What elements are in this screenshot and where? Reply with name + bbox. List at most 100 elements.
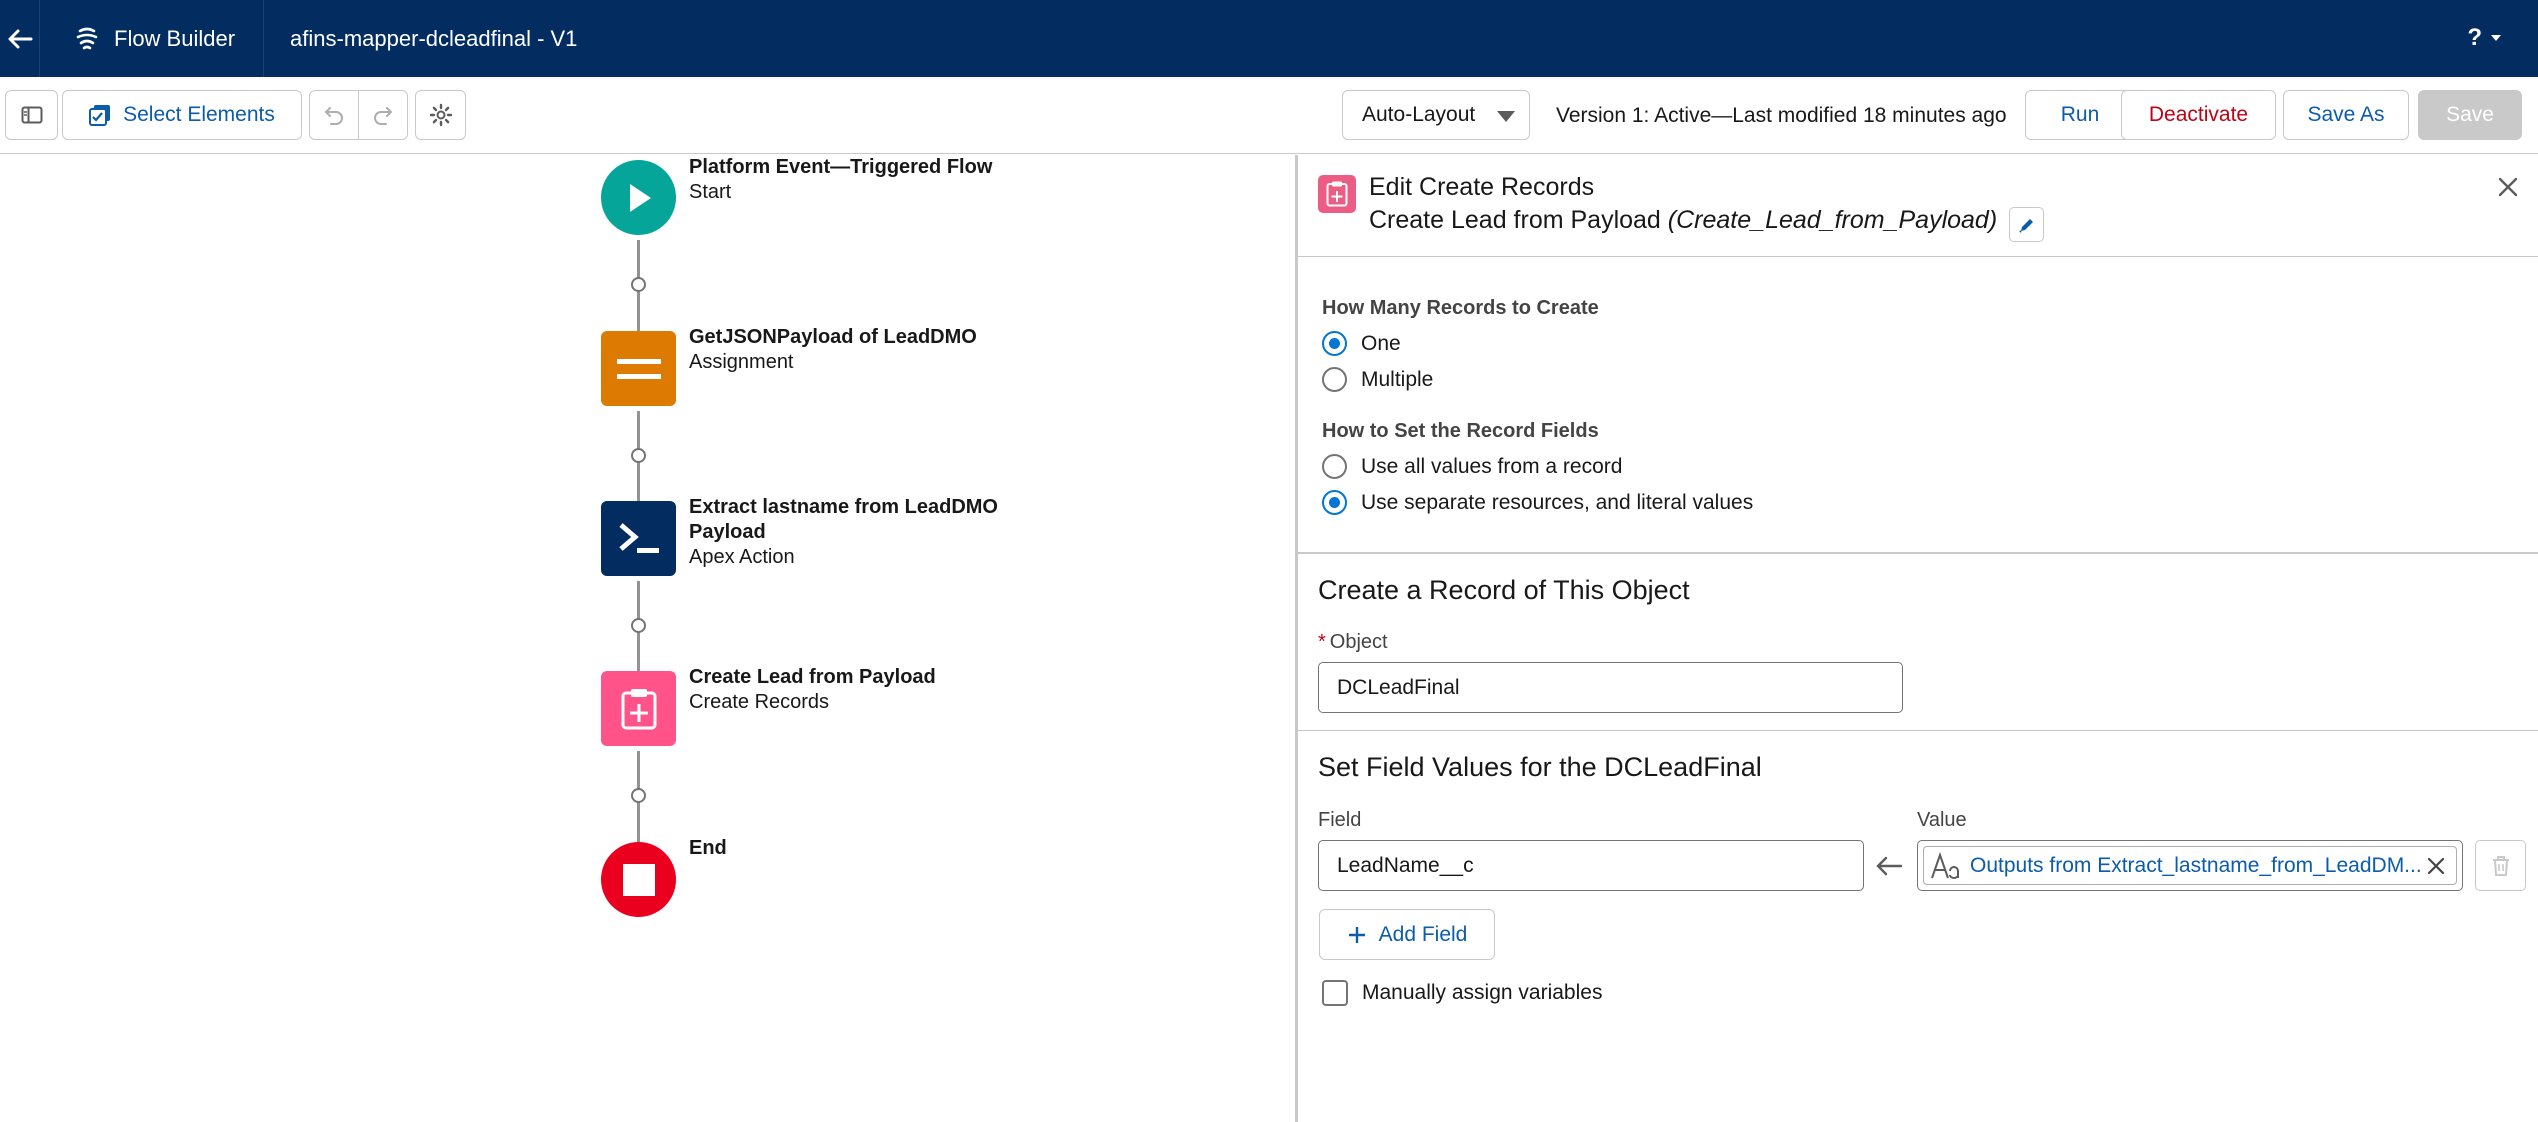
assignment-node[interactable] [601,331,676,406]
help-menu[interactable]: ? [2467,24,2502,52]
node-title: End [689,837,727,859]
section-divider [1298,552,2538,554]
how-set-label: How to Set the Record Fields [1322,420,1599,442]
chevron-down-icon [1497,111,1515,122]
remove-pill-icon[interactable] [2426,856,2446,876]
node-title: Create Lead from Payload [689,666,936,688]
stop-icon [622,863,655,896]
select-elements-button[interactable]: Select Elements [62,90,302,140]
close-icon [2498,177,2518,197]
radio-label: Multiple [1361,367,1434,391]
close-panel-button[interactable] [2494,173,2522,201]
add-field-label: Add Field [1378,922,1468,946]
layout-select[interactable]: Auto-Layout [1342,90,1530,140]
assignment-node-label: GetJSONPayload of LeadDMO Assignment [689,325,977,375]
radio-button[interactable] [1322,367,1347,392]
panel-header: Edit Create Records Create Lead from Pay… [1298,155,2538,257]
add-element-dot[interactable] [631,277,646,292]
start-node-label: Platform Event—Triggered Flow Start [689,155,992,205]
trash-icon [2492,855,2509,876]
undo-button[interactable] [309,90,359,140]
help-icon: ? [2467,24,2482,51]
version-status: Version 1: Active—Last modified 18 minut… [1556,104,2007,127]
global-header: Flow Builder afins-mapper-dcleadfinal - … [0,0,2538,77]
node-subtitle: Create Records [689,691,830,713]
chevron-down-icon [2491,35,2501,41]
create-records-icon [1318,175,1356,213]
object-label: * Object [1318,631,1388,654]
section-divider [1298,730,2538,731]
flow-canvas[interactable]: Platform Event—Triggered Flow Start GetJ… [0,155,1295,1122]
terminal-icon [618,522,659,553]
edit-create-records-panel: Edit Create Records Create Lead from Pay… [1295,155,2538,1122]
value-field[interactable]: Outputs from Extract_lastname_from_LeadD… [1917,840,2463,891]
redo-button[interactable] [358,90,408,140]
field-input[interactable]: LeadName__c [1318,840,1864,891]
object-label-text: Object [1329,631,1388,653]
object-section-title: Create a Record of This Object [1318,575,1690,605]
create-records-node-label: Create Lead from Payload Create Records [689,665,936,715]
run-button[interactable]: Run [2025,90,2135,140]
back-button[interactable] [0,0,40,77]
pencil-icon [2018,218,2033,233]
arrow-left-icon [1876,856,1903,876]
required-mark: * [1318,631,1326,653]
resource-pill[interactable]: Outputs from Extract_lastname_from_LeadD… [1923,846,2457,885]
app-name: Flow Builder [40,0,265,77]
object-field[interactable]: DCLeadFinal [1318,662,1903,713]
end-node[interactable] [601,842,676,917]
start-node[interactable] [601,160,676,235]
element-api-name: (Create_Lead_from_Payload) [1667,206,1998,234]
radio-one[interactable]: One [1322,331,1401,356]
layout-select-value: Auto-Layout [1362,103,1476,126]
add-element-dot[interactable] [631,788,646,803]
radio-separate-resources[interactable]: Use separate resources, and literal valu… [1322,490,1753,515]
panel-toggle-icon [21,106,42,124]
text-resource-icon [1931,851,1959,879]
create-records-node[interactable] [601,671,676,746]
node-subtitle: Start [689,181,732,203]
apex-action-node[interactable] [601,501,676,576]
settings-button[interactable] [415,90,466,140]
radio-button[interactable] [1322,490,1347,515]
clipboard-plus-icon [621,688,656,729]
select-checkbox-icon [89,105,111,126]
flow-icon [76,27,98,49]
value-text: Outputs from Extract_lastname_from_LeadD… [1970,853,2422,877]
redo-icon [374,107,393,125]
how-many-label: How Many Records to Create [1322,297,1599,319]
node-title: Extract lastname from LeadDMO Payload [689,496,998,543]
deactivate-button[interactable]: Deactivate [2121,90,2276,140]
field-values-title: Set Field Values for the DCLeadFinal [1318,752,1762,782]
panel-title: Edit Create Records [1369,173,1595,201]
flow-title: afins-mapper-dcleadfinal - V1 [290,25,578,51]
radio-all-values[interactable]: Use all values from a record [1322,454,1622,479]
add-element-dot[interactable] [631,618,646,633]
radio-multiple[interactable]: Multiple [1322,367,1433,392]
checkbox-label: Manually assign variables [1362,981,1603,1004]
add-element-dot[interactable] [631,448,646,463]
node-subtitle: Assignment [689,351,794,373]
radio-button[interactable] [1322,331,1347,356]
gear-icon [429,103,452,127]
radio-label: Use separate resources, and literal valu… [1361,490,1754,514]
equals-icon [616,358,661,379]
save-as-button[interactable]: Save As [2283,90,2409,140]
edit-label-button[interactable] [2009,207,2044,242]
save-button[interactable]: Save [2418,90,2522,140]
delete-row-button[interactable] [2475,840,2526,891]
radio-label: Use all values from a record [1361,454,1623,478]
app-name-label: Flow Builder [114,25,236,51]
manual-assign-checkbox[interactable]: Manually assign variables [1322,980,1602,1006]
node-title: GetJSONPayload of LeadDMO [689,326,977,348]
end-node-label: End [689,836,727,861]
node-title: Platform Event—Triggered Flow [689,156,993,178]
checkbox[interactable] [1322,980,1348,1006]
play-icon [629,183,651,212]
plus-icon [1348,926,1365,943]
radio-button[interactable] [1322,454,1347,479]
toggle-panel-button[interactable] [5,90,58,140]
select-elements-label: Select Elements [123,103,275,126]
add-field-button[interactable]: Add Field [1319,909,1495,960]
field-column-label: Field [1318,809,1362,831]
